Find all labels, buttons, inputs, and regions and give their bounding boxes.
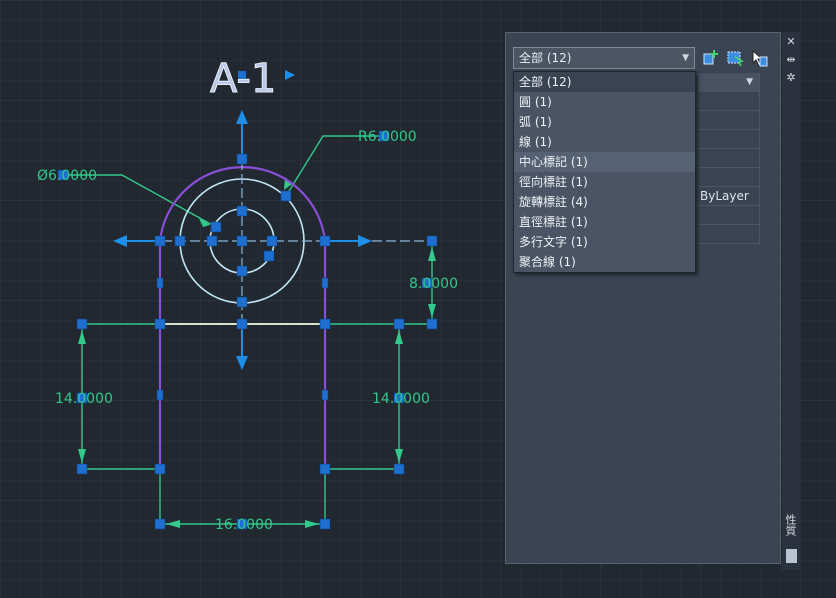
settings-icon[interactable]: ✲ xyxy=(785,72,797,84)
properties-grid: ▼ ByLayer xyxy=(698,73,760,244)
dropdown-option-line[interactable]: 線 (1) xyxy=(514,132,695,152)
panel-icon[interactable] xyxy=(785,548,798,564)
dropdown-option-center-mark[interactable]: 中心標記 (1) xyxy=(514,152,695,172)
diameter-dim-text[interactable]: Ø6.0000 xyxy=(37,168,97,184)
object-selector-value: 全部 (12) xyxy=(519,51,572,65)
dropdown-option-rotated-dim[interactable]: 旋轉標註 (4) xyxy=(514,192,695,212)
grid-row[interactable] xyxy=(698,225,760,244)
object-type-dropdown[interactable]: 全部 (12) 圓 (1) 弧 (1) 線 (1) 中心標記 (1) 徑向標註 … xyxy=(513,71,696,273)
dropdown-option-all[interactable]: 全部 (12) xyxy=(514,72,695,92)
close-icon[interactable]: ✕ xyxy=(785,36,797,48)
grid-row[interactable] xyxy=(698,130,760,149)
panel-side-label: 性質 xyxy=(784,514,797,536)
left-height-dim-text[interactable]: 14.0000 xyxy=(55,391,113,407)
grid-row-linetype[interactable]: ByLayer xyxy=(698,187,760,206)
dropdown-option-diameter-dim[interactable]: 直徑標註 (1) xyxy=(514,212,695,232)
object-selector-combo[interactable]: 全部 (12) ▼ xyxy=(513,47,695,69)
grid-row[interactable] xyxy=(698,111,760,130)
dropdown-option-radial-dim[interactable]: 徑向標註 (1) xyxy=(514,172,695,192)
right-inner-height-dim-text[interactable]: 14.0000 xyxy=(372,391,430,407)
label-grip[interactable] xyxy=(238,71,246,79)
quick-select-icon[interactable] xyxy=(701,48,721,68)
select-objects-icon[interactable] xyxy=(725,48,745,68)
grid-row[interactable] xyxy=(698,149,760,168)
dropdown-option-arc[interactable]: 弧 (1) xyxy=(514,112,695,132)
collapse-icon[interactable]: ⇹ xyxy=(785,54,797,66)
pickadd-icon[interactable] xyxy=(749,48,769,68)
right-height-dim-text[interactable]: 8.0000 xyxy=(409,276,458,292)
grid-row[interactable] xyxy=(698,92,760,111)
panel-title-strip: ✕ ⇹ ✲ xyxy=(782,32,800,570)
grid-category-header[interactable]: ▼ xyxy=(698,73,760,92)
dropdown-option-circle[interactable]: 圓 (1) xyxy=(514,92,695,112)
bottom-width-dim-text[interactable]: 16.0000 xyxy=(215,517,273,533)
grid-row[interactable] xyxy=(698,206,760,225)
dropdown-option-polyline[interactable]: 聚合線 (1) xyxy=(514,252,695,272)
radius-dim-text[interactable]: R6.0000 xyxy=(358,129,417,145)
chevron-down-icon: ▼ xyxy=(682,53,689,63)
grid-value-bylayer: ByLayer xyxy=(700,189,749,203)
dropdown-option-mtext[interactable]: 多行文字 (1) xyxy=(514,232,695,252)
grid-row[interactable] xyxy=(698,168,760,187)
